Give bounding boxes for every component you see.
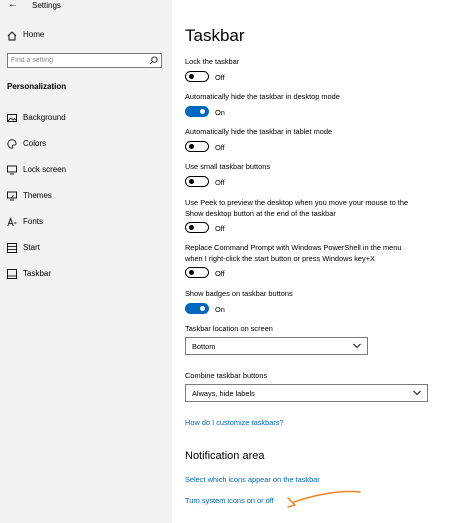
chevron-down-icon — [353, 343, 361, 349]
small-buttons-toggle[interactable] — [185, 176, 209, 187]
auto-hide-desktop-toggle[interactable] — [185, 106, 209, 117]
title-bar: ← Settings — [0, 0, 172, 14]
back-arrow-icon[interactable]: ← — [8, 0, 18, 10]
home-label: Home — [23, 30, 45, 39]
sidebar-item-label: Colors — [23, 139, 47, 148]
combine-label: Combine taskbar buttons — [185, 371, 268, 380]
dropdown-value: Always, hide labels — [192, 389, 255, 398]
window-title: Settings — [32, 1, 61, 10]
sidebar-item-label: Lock screen — [23, 165, 67, 174]
search-input[interactable] — [11, 55, 141, 66]
picture-icon — [7, 114, 17, 122]
select-icons-link[interactable]: Select which icons appear on the taskbar — [185, 475, 320, 484]
toggle-state: Off — [215, 178, 225, 187]
home-nav-item[interactable]: Home — [0, 27, 172, 45]
customize-taskbars-link[interactable]: How do I customize taskbars? — [185, 418, 284, 427]
location-label: Taskbar location on screen — [185, 324, 273, 333]
toggle-knob — [200, 108, 205, 114]
sidebar-item-label: Themes — [23, 191, 52, 200]
location-dropdown[interactable]: Bottom — [185, 337, 368, 355]
setting-label: Show badges on taskbar buttons — [185, 289, 293, 298]
sidebar-item-colors[interactable]: Colors — [0, 135, 172, 153]
home-icon — [7, 31, 17, 41]
taskbar-icon — [7, 269, 17, 279]
sidebar-item-taskbar[interactable]: Taskbar — [0, 265, 172, 283]
setting-label: Lock the taskbar — [185, 57, 240, 66]
system-icons-link[interactable]: Turn system icons on or off — [185, 496, 274, 505]
toggle-state: Off — [215, 224, 225, 233]
sidebar-item-label: Taskbar — [23, 269, 52, 278]
toggle-knob — [189, 143, 194, 149]
sidebar-item-fonts[interactable]: Fonts — [0, 213, 172, 231]
toggle-state: On — [215, 108, 225, 117]
chevron-down-icon — [413, 390, 421, 396]
brush-icon — [7, 191, 17, 201]
search-box[interactable] — [7, 53, 162, 68]
setting-label: Automatically hide the taskbar in deskto… — [185, 92, 340, 101]
sidebar: ← Settings Home Personalization Backgrou… — [0, 0, 172, 523]
section-heading: Personalization — [7, 82, 67, 91]
sidebar-item-themes[interactable]: Themes — [0, 187, 172, 205]
font-icon — [7, 217, 17, 227]
sidebar-item-label: Background — [23, 113, 66, 122]
toggle-knob — [189, 73, 194, 79]
sidebar-item-label: Fonts — [23, 217, 44, 226]
notification-area-heading: Notification area — [185, 450, 265, 462]
sidebar-item-label: Start — [23, 243, 40, 252]
auto-hide-tablet-toggle[interactable] — [185, 141, 209, 152]
setting-label: Automatically hide the taskbar in tablet… — [185, 127, 333, 136]
start-icon — [7, 243, 17, 253]
toggle-state: On — [215, 305, 225, 314]
peek-toggle[interactable] — [185, 222, 209, 233]
toggle-state: Off — [215, 269, 225, 278]
sidebar-item-background[interactable]: Background — [0, 109, 172, 127]
setting-label: Use small taskbar buttons — [185, 162, 271, 171]
combine-dropdown[interactable]: Always, hide labels — [185, 384, 428, 402]
sidebar-item-start[interactable]: Start — [0, 239, 172, 257]
badges-toggle[interactable] — [185, 303, 209, 314]
page-title: Taskbar — [185, 26, 245, 45]
toggle-state: Off — [215, 73, 225, 82]
lock-taskbar-toggle[interactable] — [185, 71, 209, 82]
annotation-arrow — [287, 490, 361, 508]
setting-label: Replace Command Prompt with Windows Powe… — [185, 243, 402, 263]
toggle-knob — [189, 269, 194, 275]
monitor-icon — [7, 165, 17, 175]
search-icon[interactable] — [149, 56, 158, 65]
palette-icon — [7, 139, 17, 149]
dropdown-value: Bottom — [192, 342, 216, 351]
sidebar-item-lock-screen[interactable]: Lock screen — [0, 161, 172, 179]
toggle-knob — [200, 305, 205, 311]
setting-label: Use Peek to preview the desktop when you… — [185, 198, 409, 218]
toggle-knob — [189, 178, 194, 184]
toggle-knob — [189, 224, 194, 230]
powershell-toggle[interactable] — [185, 267, 209, 278]
toggle-state: Off — [215, 143, 225, 152]
